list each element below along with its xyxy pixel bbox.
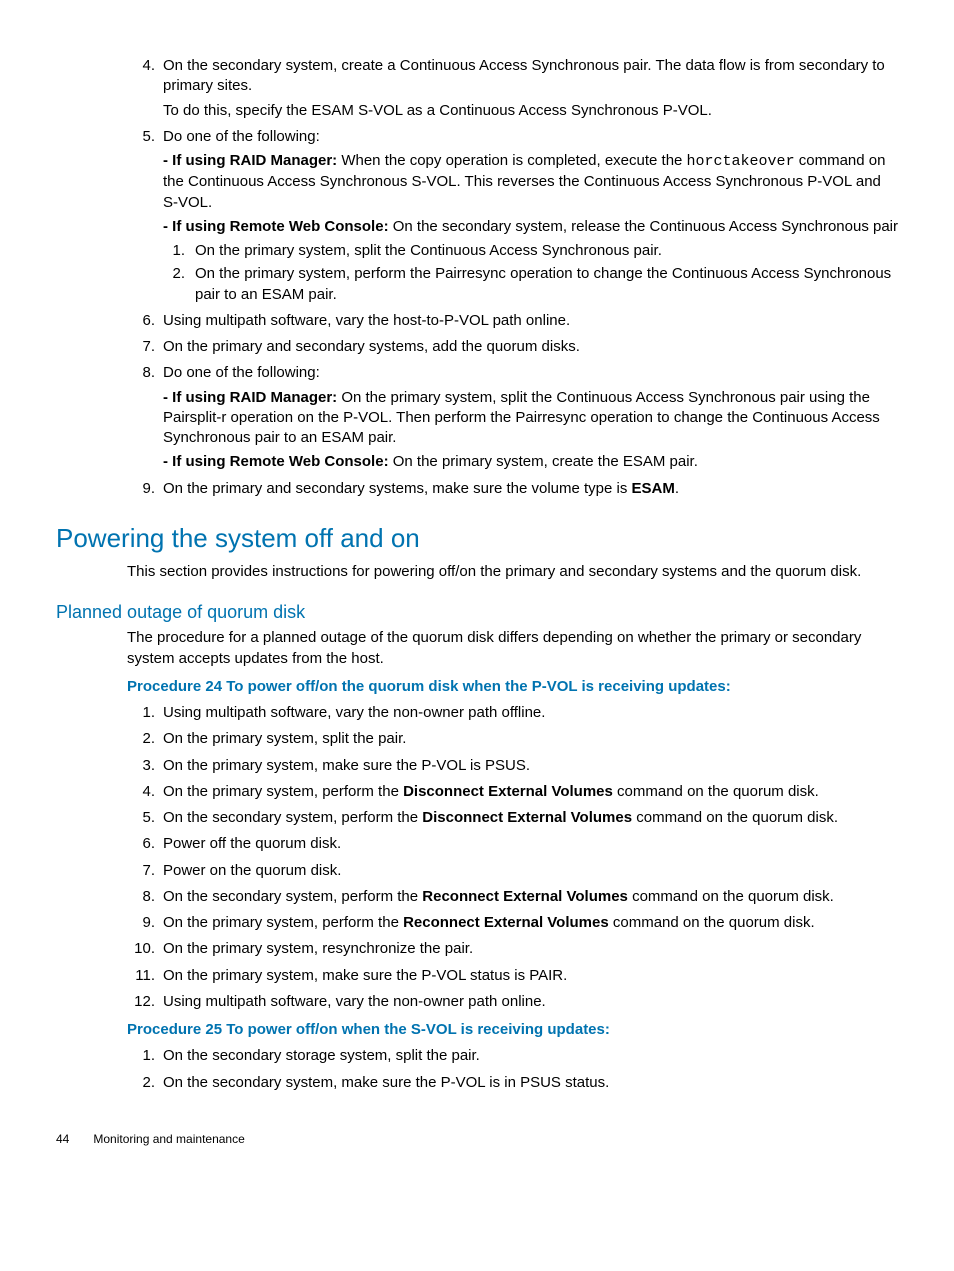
item-text: On the primary system, perform the Pairr… — [195, 265, 891, 302]
item-text: Do one of the following: — [163, 363, 898, 383]
item-text: On the primary and secondary systems, ma… — [163, 480, 679, 497]
item-text: Using multipath software, vary the host-… — [163, 312, 570, 329]
item-number: 4. — [127, 782, 155, 802]
nested-list: 1. On the primary system, split the Conti… — [163, 241, 898, 305]
list-item: 6. Power off the quorum disk. — [127, 834, 898, 854]
item-number: 5. — [127, 808, 155, 828]
item-number: 4. — [127, 56, 155, 76]
item-text: - If using RAID Manager: When the copy o… — [163, 151, 898, 213]
item-text: - If using RAID Manager: On the primary … — [163, 388, 898, 449]
item-text: On the secondary system, perform the Dis… — [163, 809, 838, 826]
paragraph: This section provides instructions for p… — [127, 562, 898, 582]
page-footer: 44 Monitoring and maintenance — [56, 1131, 898, 1147]
option-label: - If using RAID Manager: — [163, 389, 337, 406]
item-number: 8. — [127, 887, 155, 907]
list-item: 12. Using multipath software, vary the no… — [127, 992, 898, 1012]
item-number: 1. — [127, 1046, 155, 1066]
heading-powering: Powering the system off and on — [56, 521, 898, 556]
item-number: 7. — [127, 337, 155, 357]
item-text: On the secondary system, make sure the P… — [163, 1074, 609, 1091]
list-item: 3. On the primary system, make sure the P… — [127, 756, 898, 776]
list-item: 1. Using multipath software, vary the non… — [127, 703, 898, 723]
section-body: This section provides instructions for p… — [127, 562, 898, 582]
option-label: - If using Remote Web Console: — [163, 453, 389, 470]
heading-planned-outage: Planned outage of quorum disk — [56, 600, 898, 624]
item-number: 10. — [127, 939, 155, 959]
list-item: 5. On the secondary system, perform the D… — [127, 808, 898, 828]
list-item: 2. On the primary system, perform the Pai… — [163, 264, 898, 305]
item-text: Using multipath software, vary the non-o… — [163, 704, 545, 721]
list-item: 4. On the secondary system, create a Con… — [127, 56, 898, 121]
list-item: 2. On the primary system, split the pair. — [127, 729, 898, 749]
footer-title: Monitoring and maintenance — [93, 1132, 244, 1146]
list-item: 2. On the secondary system, make sure the… — [127, 1073, 898, 1093]
item-text: On the primary and secondary systems, ad… — [163, 338, 580, 355]
item-number: 3. — [127, 756, 155, 776]
item-text: On the primary system, split the Continu… — [195, 242, 662, 259]
list-item: 10. On the primary system, resynchronize … — [127, 939, 898, 959]
item-number: 2. — [163, 264, 185, 284]
list-item: 5. Do one of the following: - If using R… — [127, 127, 898, 305]
option-label: - If using RAID Manager: — [163, 152, 337, 169]
procedure-title: Procedure 24 To power off/on the quorum … — [127, 677, 898, 697]
page-number: 44 — [56, 1131, 90, 1147]
item-text: On the primary system, split the pair. — [163, 730, 406, 747]
item-text: On the secondary system, create a Contin… — [163, 56, 898, 97]
item-text: - If using Remote Web Console: On the se… — [163, 217, 898, 237]
item-text: Do one of the following: — [163, 127, 898, 147]
list-item: 8. On the secondary system, perform the R… — [127, 887, 898, 907]
option-label: - If using Remote Web Console: — [163, 218, 389, 235]
item-text: On the primary system, resynchronize the… — [163, 940, 473, 957]
code: horctakeover — [687, 153, 795, 170]
item-number: 9. — [127, 479, 155, 499]
item-number: 6. — [127, 834, 155, 854]
item-number: 6. — [127, 311, 155, 331]
list-item: 11. On the primary system, make sure the … — [127, 966, 898, 986]
list-item: 9. On the primary and secondary systems, … — [127, 479, 898, 499]
item-number: 1. — [163, 241, 185, 261]
list-item: 1. On the primary system, split the Conti… — [163, 241, 898, 261]
item-text: Power off the quorum disk. — [163, 835, 341, 852]
item-number: 2. — [127, 729, 155, 749]
list-item: 9. On the primary system, perform the Rec… — [127, 913, 898, 933]
list-item: 1. On the secondary storage system, split… — [127, 1046, 898, 1066]
item-number: 11. — [127, 966, 155, 986]
item-text: Using multipath software, vary the non-o… — [163, 993, 546, 1010]
item-text: On the primary system, perform the Disco… — [163, 783, 819, 800]
item-text: To do this, specify the ESAM S-VOL as a … — [163, 101, 898, 121]
item-text: On the primary system, make sure the P-V… — [163, 967, 567, 984]
item-number: 9. — [127, 913, 155, 933]
item-text: On the secondary storage system, split t… — [163, 1047, 480, 1064]
item-number: 8. — [127, 363, 155, 383]
item-number: 5. — [127, 127, 155, 147]
item-text: On the secondary system, perform the Rec… — [163, 888, 834, 905]
item-text: On the primary system, perform the Recon… — [163, 914, 815, 931]
procedure-24-list: 1. Using multipath software, vary the non… — [127, 703, 898, 1012]
item-text: On the primary system, make sure the P-V… — [163, 757, 530, 774]
item-number: 1. — [127, 703, 155, 723]
procedure-25-list: 1. On the secondary storage system, split… — [127, 1046, 898, 1093]
list-item: 7. Power on the quorum disk. — [127, 861, 898, 881]
procedure-title: Procedure 25 To power off/on when the S-… — [127, 1020, 898, 1040]
item-number: 2. — [127, 1073, 155, 1093]
content-body: 4. On the secondary system, create a Con… — [127, 56, 898, 499]
paragraph: The procedure for a planned outage of th… — [127, 628, 898, 669]
item-text: - If using Remote Web Console: On the pr… — [163, 452, 898, 472]
item-number: 12. — [127, 992, 155, 1012]
list-item: 6. Using multipath software, vary the hos… — [127, 311, 898, 331]
item-number: 7. — [127, 861, 155, 881]
item-text: Power on the quorum disk. — [163, 862, 341, 879]
list-item: 7. On the primary and secondary systems, … — [127, 337, 898, 357]
section-body: The procedure for a planned outage of th… — [127, 628, 898, 1093]
top-numbered-list: 4. On the secondary system, create a Con… — [127, 56, 898, 499]
list-item: 8. Do one of the following: - If using R… — [127, 363, 898, 472]
list-item: 4. On the primary system, perform the Dis… — [127, 782, 898, 802]
